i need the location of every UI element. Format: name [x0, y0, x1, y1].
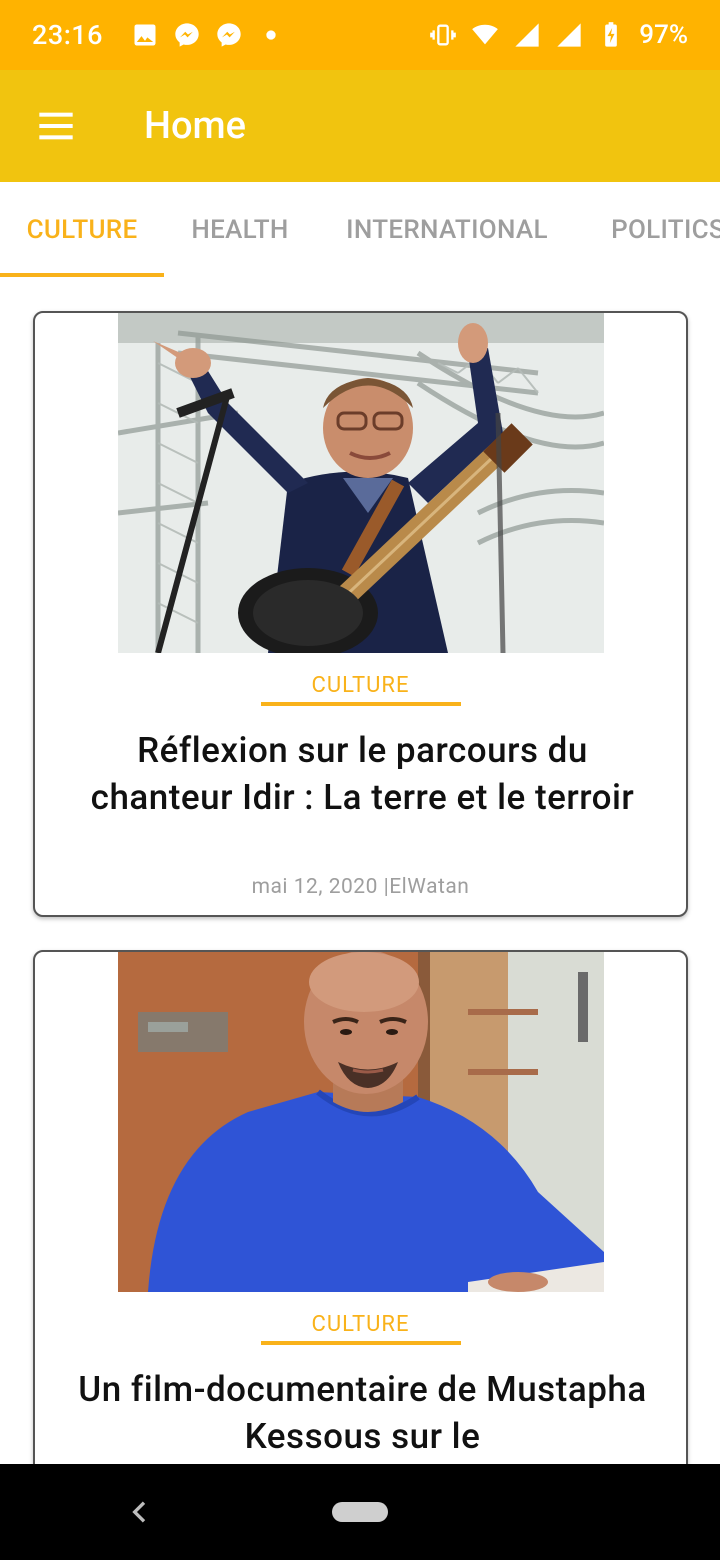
article-card[interactable]: CULTURE Un film-documentaire de Mustapha…: [33, 950, 688, 1464]
article-card[interactable]: CULTURE Réflexion sur le parcours du cha…: [33, 311, 688, 917]
article-category: CULTURE: [311, 1312, 410, 1337]
app-bar: Home: [0, 70, 720, 182]
home-pill-icon[interactable]: [332, 1502, 388, 1522]
messenger-icon: [173, 21, 201, 49]
tab-culture[interactable]: CULTURE: [0, 182, 164, 278]
article-title[interactable]: Un film-documentaire de Mustapha Kessous…: [75, 1366, 650, 1460]
tab-politics[interactable]: POLITICS: [578, 182, 720, 278]
battery-percent: 97%: [639, 20, 688, 50]
hamburger-menu-icon: [39, 112, 73, 140]
dot-icon: [257, 21, 285, 49]
article-title[interactable]: Réflexion sur le parcours du chanteur Id…: [75, 727, 650, 821]
status-left: 23:16: [32, 19, 285, 51]
menu-button[interactable]: [0, 70, 112, 182]
battery-charging-icon: [597, 21, 625, 49]
image-icon: [131, 21, 159, 49]
tab-indicator: [0, 273, 164, 277]
back-chevron-icon[interactable]: [124, 1496, 156, 1528]
article-meta: mai 12, 2020 |ElWatan: [251, 875, 470, 899]
tab-international[interactable]: INTERNATIONAL: [316, 182, 578, 278]
system-nav-bar: [0, 1464, 720, 1560]
category-underline: [261, 1341, 461, 1345]
article-category: CULTURE: [311, 673, 410, 698]
page-title: Home: [144, 104, 246, 148]
messenger-icon: [215, 21, 243, 49]
man-in-blue-sweater-photo: [118, 952, 604, 1292]
tab-health[interactable]: HEALTH: [164, 182, 316, 278]
category-tabs: CULTURE HEALTH INTERNATIONAL POLITICS: [0, 182, 720, 278]
category-underline: [261, 702, 461, 706]
singer-with-guitar-photo: [118, 313, 604, 653]
vibrate-icon: [429, 21, 457, 49]
article-list[interactable]: CULTURE Réflexion sur le parcours du cha…: [0, 278, 720, 1464]
status-bar: 23:16 97%: [0, 0, 720, 70]
wifi-icon: [471, 21, 499, 49]
status-time: 23:16: [32, 19, 104, 51]
signal-icon: [555, 21, 583, 49]
status-right: 97%: [429, 20, 688, 50]
signal-icon: [513, 21, 541, 49]
